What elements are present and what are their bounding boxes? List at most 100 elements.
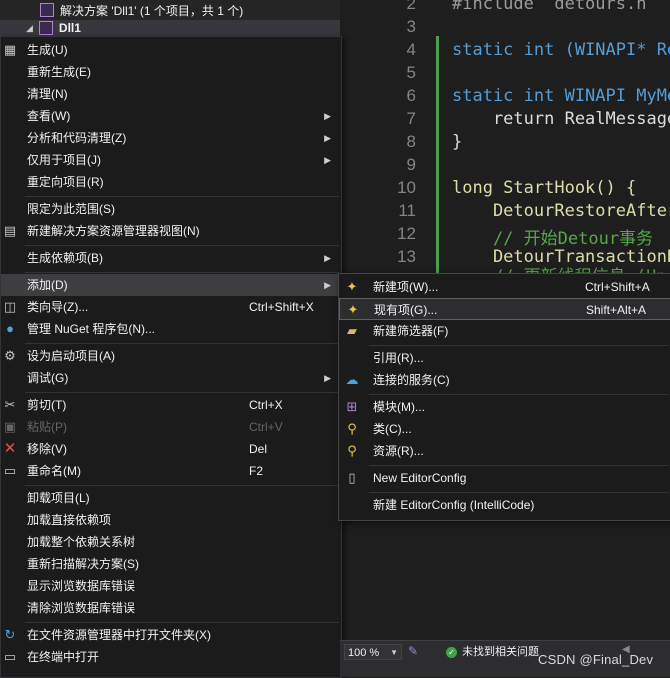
- menu-item-debug[interactable]: 调试(G) ▶: [1, 367, 341, 389]
- menu-item-clean[interactable]: 清理(N): [1, 83, 341, 105]
- build-icon: ▦: [3, 42, 17, 57]
- menu-item-cut[interactable]: ✂ 剪切(T) Ctrl+X: [1, 394, 341, 416]
- submenu-item-editorconfig[interactable]: ▯ New EditorConfig: [339, 467, 670, 489]
- line-number: 7: [406, 109, 416, 128]
- menu-separator: [369, 465, 669, 466]
- submenu-item-reference[interactable]: 引用(R)...: [339, 347, 670, 369]
- submenu-item-existing-item[interactable]: ✦ 现有项(G)... Shift+Alt+A: [339, 298, 670, 320]
- menu-item-label: 管理 NuGet 程序包(N)...: [27, 322, 156, 336]
- menu-item-label: 新建 EditorConfig (IntelliCode): [373, 498, 535, 512]
- menu-item-label: 类(C)...: [373, 422, 412, 436]
- menu-item-build[interactable]: ▦ 生成(U): [1, 39, 341, 61]
- open-folder-icon: ↻: [4, 627, 16, 642]
- code-line-text: long StartHook() {: [452, 178, 637, 198]
- menu-item-remove[interactable]: ✕ 移除(V) Del: [1, 438, 341, 460]
- menu-separator: [25, 343, 339, 344]
- project-label: Dll1: [58, 21, 81, 35]
- menu-item-build-dependencies[interactable]: 生成依赖项(B) ▶: [1, 247, 341, 269]
- menu-item-analyze[interactable]: 分析和代码清理(Z) ▶: [1, 127, 341, 149]
- menu-item-label: 新建筛选器(F): [373, 324, 449, 338]
- gear-icon: ⚙: [4, 348, 16, 363]
- menu-separator: [369, 492, 669, 493]
- submenu-item-new-filter[interactable]: ▰ 新建筛选器(F): [339, 320, 670, 342]
- solution-node[interactable]: 解决方案 'Dll1' (1 个项目，共 1 个): [0, 0, 340, 20]
- menu-item-label: 生成(U): [27, 43, 68, 57]
- line-number: 8: [406, 132, 416, 151]
- menu-item-label: 类向导(Z)...: [27, 300, 89, 314]
- menu-separator: [25, 272, 339, 273]
- menu-item-class-wizard[interactable]: ◫ 类向导(Z)... Ctrl+Shift+X: [1, 296, 341, 318]
- nuget-icon: ●: [6, 321, 14, 336]
- menu-separator: [25, 485, 339, 486]
- menu-item-nuget[interactable]: ● 管理 NuGet 程序包(N)...: [1, 318, 341, 340]
- menu-item-rename[interactable]: ▭ 重命名(M) F2: [1, 460, 341, 482]
- chevron-right-icon: ▶: [324, 253, 331, 263]
- terminal-icon: ▭: [3, 649, 17, 664]
- menu-item-label: 资源(R)...: [373, 444, 424, 458]
- menu-item-retarget[interactable]: 重定向项目(R): [1, 171, 341, 193]
- menu-item-project-only[interactable]: 仅用于项目(J) ▶: [1, 149, 341, 171]
- chevron-right-icon: ▶: [324, 155, 331, 165]
- submenu-item-editorconfig-intellicode[interactable]: 新建 EditorConfig (IntelliCode): [339, 494, 670, 516]
- menu-item-view[interactable]: 查看(W) ▶: [1, 105, 341, 127]
- code-line-text: // 开始Detour事务: [452, 229, 654, 249]
- file-icon: ▯: [348, 470, 356, 485]
- issues-indicator[interactable]: ✓ 未找到相关问题: [446, 644, 539, 660]
- menu-item-label: 卸载项目(L): [27, 491, 90, 505]
- chevron-right-icon: ▶: [324, 133, 331, 143]
- menu-item-label: New EditorConfig: [373, 471, 467, 485]
- submenu-item-resource[interactable]: ⚲ 资源(R)...: [339, 440, 670, 462]
- check-icon: ✓: [446, 646, 457, 658]
- solution-label: 解决方案 'Dll1' (1 个项目，共 1 个): [60, 3, 244, 18]
- menu-separator: [369, 345, 669, 346]
- menu-item-label: 现有项(G)...: [374, 303, 438, 317]
- menu-item-label: 显示浏览数据库错误: [27, 579, 136, 593]
- menu-item-open-in-explorer[interactable]: ↻ 在文件资源管理器中打开文件夹(X): [1, 624, 341, 646]
- menu-item-label: 模块(M)...: [373, 400, 425, 414]
- menu-item-label: 粘贴(P): [27, 420, 67, 434]
- change-bar: [436, 180, 439, 275]
- code-line: long StartHook() {: [452, 178, 636, 198]
- code-cleanup-icon[interactable]: ✎: [408, 644, 422, 658]
- menu-item-rescan-solution[interactable]: 重新扫描解决方案(S): [1, 553, 341, 575]
- existing-item-icon: ✦: [347, 302, 359, 317]
- menu-item-rebuild[interactable]: 重新生成(E): [1, 61, 341, 83]
- menu-item-label: 引用(R)...: [373, 351, 424, 365]
- menu-item-open-terminal[interactable]: ▭ 在终端中打开: [1, 646, 341, 668]
- menu-item-load-dep-tree[interactable]: 加载整个依赖关系树: [1, 531, 341, 553]
- menu-item-load-direct-deps[interactable]: 加载直接依赖项: [1, 509, 341, 531]
- menu-item-label: 在终端中打开: [27, 650, 100, 664]
- code-line-text: return RealMessage: [452, 109, 670, 129]
- menu-item-label: 添加(D): [27, 278, 68, 292]
- menu-item-shortcut: Ctrl+X: [249, 398, 283, 412]
- submenu-item-class[interactable]: ⚲ 类(C)...: [339, 418, 670, 440]
- menu-item-scope-to-this[interactable]: 限定为此范围(S): [1, 198, 341, 220]
- module-icon: ⊞: [346, 399, 358, 414]
- line-number: 11: [398, 201, 416, 220]
- project-node[interactable]: ◢ Dll1: [0, 20, 340, 36]
- line-number: 2: [406, 0, 416, 13]
- code-line-text: }: [452, 132, 463, 152]
- project-icon: [38, 21, 53, 35]
- menu-item-new-explorer-view[interactable]: ▤ 新建解决方案资源管理器视图(N): [1, 220, 341, 242]
- menu-item-unload-project[interactable]: 卸载项目(L): [1, 487, 341, 509]
- code-line: }: [452, 132, 462, 152]
- paste-icon: ▣: [3, 419, 17, 434]
- submenu-item-module[interactable]: ⊞ 模块(M)...: [339, 396, 670, 418]
- submenu-item-new-item[interactable]: ✦ 新建项(W)... Ctrl+Shift+A: [339, 276, 670, 298]
- menu-separator: [25, 196, 339, 197]
- line-number: 3: [406, 17, 416, 36]
- code-line: return RealMessage: [452, 109, 670, 129]
- chevron-right-icon: ▶: [324, 373, 331, 383]
- solution-explorer: 解决方案 'Dll1' (1 个项目，共 1 个) ◢ Dll1: [0, 0, 340, 36]
- menu-item-label: 新建项(W)...: [373, 280, 439, 294]
- menu-item-add[interactable]: 添加(D) ▶: [1, 274, 341, 296]
- menu-separator: [25, 392, 339, 393]
- zoom-select[interactable]: 100 % ▼: [344, 644, 402, 660]
- menu-item-label: 在文件资源管理器中打开文件夹(X): [27, 628, 211, 642]
- submenu-item-connected-service[interactable]: ☁ 连接的服务(C): [339, 369, 670, 391]
- menu-item-show-db-errors[interactable]: 显示浏览数据库错误: [1, 575, 341, 597]
- menu-item-clear-db-errors[interactable]: 清除浏览数据库错误: [1, 597, 341, 619]
- menu-item-set-startup[interactable]: ⚙ 设为启动项目(A): [1, 345, 341, 367]
- class-icon: ⚲: [347, 421, 357, 436]
